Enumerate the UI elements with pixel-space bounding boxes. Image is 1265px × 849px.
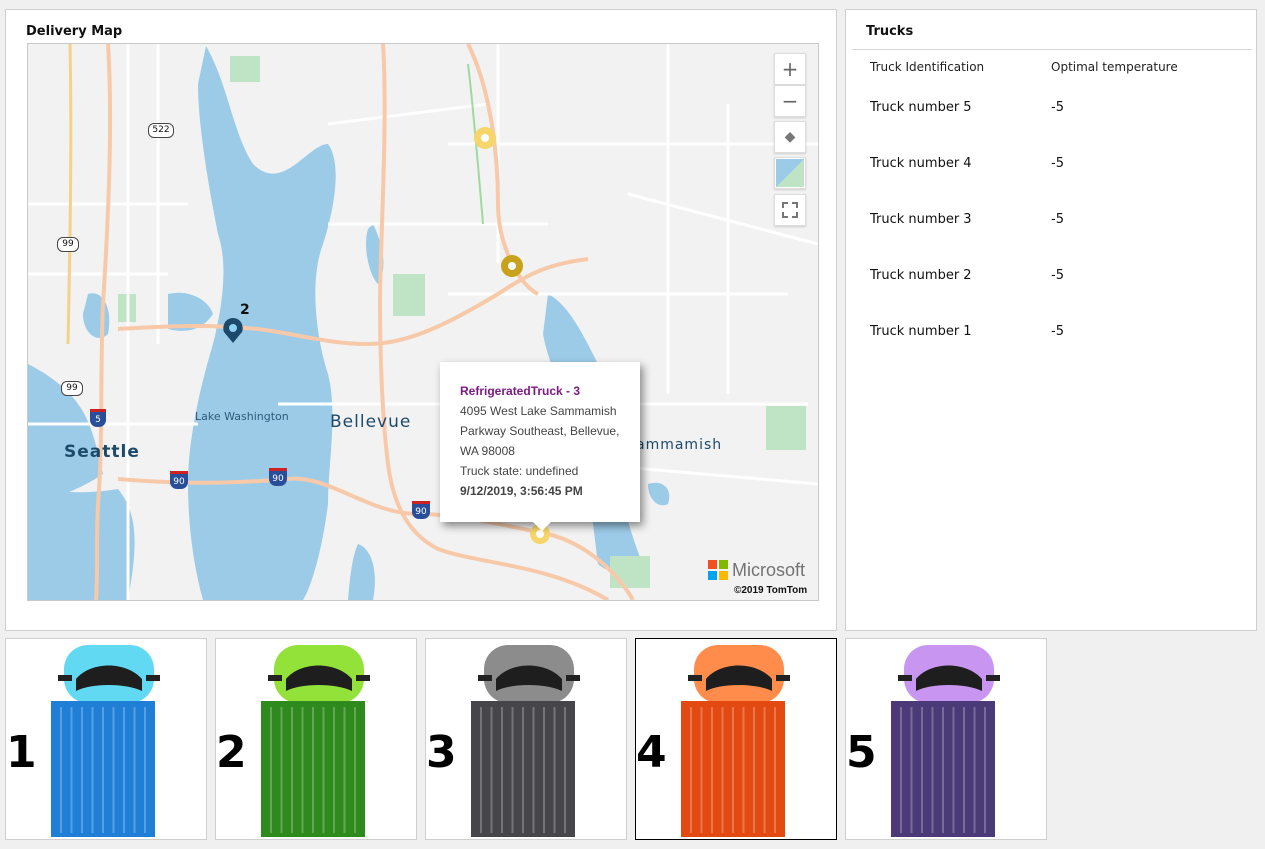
- interstate-shield-90: 90: [412, 501, 430, 519]
- highway-99-road: [66, 44, 73, 345]
- truck-temp-cell: -5: [1051, 324, 1064, 339]
- column-header-truck-id: Truck Identification: [870, 60, 985, 74]
- map-label-seattle: Seattle: [64, 442, 140, 462]
- truck-id-cell: Truck number 2: [870, 268, 972, 283]
- truck-temp-cell: -5: [1051, 268, 1064, 283]
- route-shield-522: 522: [148, 123, 174, 138]
- truck-number-label: 1: [6, 727, 37, 778]
- map-label-sammamish: ammamish: [636, 437, 723, 453]
- microsoft-wordmark: Microsoft: [732, 560, 806, 580]
- park-area: [393, 274, 425, 316]
- compass-icon: ◆: [784, 129, 796, 145]
- route-shield-99: 99: [61, 381, 83, 396]
- truck-tile-2[interactable]: 2: [215, 638, 417, 840]
- truck-id-cell: Truck number 1: [870, 324, 972, 339]
- interstate-shield-5: 5: [90, 409, 106, 427]
- trucks-panel: Trucks Truck Identification Optimal temp…: [845, 9, 1257, 631]
- microsoft-logo-icon: [708, 560, 728, 580]
- truck-tile-5[interactable]: 5: [845, 638, 1047, 840]
- interstate-shield-90: 90: [269, 468, 287, 486]
- truck-list-row[interactable]: Truck number 2 -5: [846, 268, 1256, 292]
- mercer-slough-water: [348, 544, 375, 600]
- puget-sound-water: [28, 484, 135, 600]
- truck-icon: 5: [846, 645, 1000, 837]
- route-shield-99: 99: [57, 237, 79, 252]
- truck-list-row[interactable]: Truck number 4 -5: [846, 156, 1256, 180]
- truck-temp-cell: -5: [1051, 212, 1064, 227]
- truck-tile-1[interactable]: 1: [5, 638, 207, 840]
- popup-address-line1: 4095 West Lake Sammamish: [460, 404, 617, 418]
- park-area: [230, 56, 260, 82]
- pond-water: [648, 482, 670, 506]
- truck-number-label: 5: [846, 727, 877, 778]
- truck-list-row[interactable]: Truck number 5 -5: [846, 100, 1256, 124]
- truck-icon: 1: [6, 645, 160, 837]
- truck-icon: 3: [426, 645, 580, 837]
- fullscreen-button[interactable]: [774, 194, 806, 226]
- trucks-header-divider: [852, 49, 1252, 50]
- map-style-icon: [776, 159, 804, 187]
- truck-temp-cell: -5: [1051, 100, 1064, 115]
- popup-title: RefrigeratedTruck - 3: [460, 384, 581, 398]
- truck-info-popup: RefrigeratedTruck - 3 4095 West Lake Sam…: [440, 362, 640, 531]
- park-area: [610, 556, 650, 588]
- lake-washington-water: [188, 46, 336, 600]
- interstate-shield-90: 90: [170, 471, 188, 489]
- zoom-out-button[interactable]: −: [774, 85, 806, 117]
- truck-id-cell: Truck number 4: [870, 156, 972, 171]
- green-lake-water: [83, 293, 110, 338]
- fullscreen-icon: [782, 202, 798, 218]
- popup-tail: [532, 521, 552, 531]
- truck-marker-yellow-1: [474, 127, 496, 149]
- truck-icon: 2: [216, 645, 370, 837]
- delivery-map-panel: Delivery Map 522 99 99 5 90 90 90 Seattl…: [5, 9, 837, 631]
- truck-number-label: 2: [216, 727, 247, 778]
- popup-address-line2: Parkway Southeast, Bellevue,: [460, 424, 620, 438]
- map-panel-title: Delivery Map: [26, 24, 123, 39]
- truck-tile-4[interactable]: 4: [635, 638, 837, 840]
- popup-timestamp: 9/12/2019, 3:56:45 PM: [460, 484, 583, 498]
- truck-list-row[interactable]: Truck number 3 -5: [846, 212, 1256, 236]
- truck-tile-3[interactable]: 3: [425, 638, 627, 840]
- column-header-optimal-temp: Optimal temperature: [1051, 60, 1178, 74]
- map-label-lake-washington: Lake Washington: [195, 410, 289, 423]
- trucks-panel-title: Trucks: [866, 24, 914, 39]
- truck-number-label: 4: [636, 727, 667, 778]
- map-style-button[interactable]: [774, 157, 806, 189]
- truck-list-row[interactable]: Truck number 1 -5: [846, 324, 1256, 348]
- park-area: [766, 406, 806, 450]
- truck-id-cell: Truck number 3: [870, 212, 972, 227]
- truck-marker-gold: [501, 255, 523, 277]
- map-label-bellevue: Bellevue: [330, 412, 412, 432]
- truck-id-cell: Truck number 5: [870, 100, 972, 115]
- map-copyright: ©2019 TomTom: [734, 585, 808, 596]
- cluster-pin-count: 2: [240, 302, 250, 318]
- truck-temp-cell: -5: [1051, 156, 1064, 171]
- truck-number-label: 3: [426, 727, 457, 778]
- popup-address-line3: WA 98008: [460, 444, 515, 458]
- popup-truck-state: Truck state: undefined: [460, 464, 579, 478]
- truck-icon: 4: [636, 645, 790, 837]
- zoom-in-button[interactable]: +: [774, 53, 806, 85]
- map-canvas[interactable]: 522 99 99 5 90 90 90 Seattle Bellevue La…: [27, 43, 819, 601]
- compass-button[interactable]: ◆: [774, 121, 806, 153]
